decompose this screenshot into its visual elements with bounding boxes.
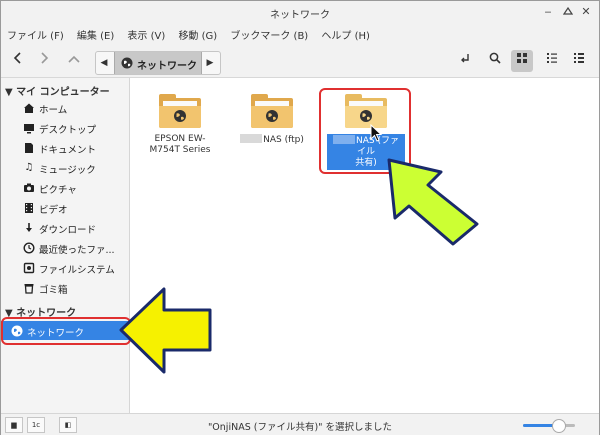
menu-bookmarks[interactable]: ブックマーク (B) [224,23,312,42]
music-icon: ♫ [24,162,34,173]
sidebar-item-videos[interactable]: ビデオ [1,198,129,217]
compact-view-icon[interactable] [568,50,590,72]
network-folder-icon [251,94,293,128]
sidebar-item-label: ミュージック [39,165,96,176]
sidebar-item-desktop[interactable]: デスクトップ [1,118,129,137]
sidebar-item-home[interactable]: ホーム [1,98,129,117]
sidebar-item-label: ビデオ [39,205,68,216]
file-label: EPSON EW- M754T Series [149,134,211,155]
file-label: NAS (ftp) [233,134,311,146]
toolbar: ◀ ネットワーク ▶ [1,45,599,78]
sidebar-item-label: 最近使ったファ... [39,245,115,256]
forward-button[interactable] [34,50,56,72]
menu-view[interactable]: 表示 (V) [121,23,169,42]
breadcrumb-left-icon[interactable]: ◀ [96,52,112,74]
menu-bar: ファイル (F) 編集 (E) 表示 (V) 移動 (G) ブックマーク (B)… [1,23,599,45]
desktop-icon [23,122,35,134]
file-manager-window: ネットワーク ‒ ✕ ファイル (F) 編集 (E) 表示 (V) 移動 (G)… [0,0,600,435]
sidebar: ▼ マイ コンピューター ホーム デスクトップ ドキュメント ♫ ミュージック … [1,78,130,413]
sidebar-item-downloads[interactable]: ダウンロード [1,218,129,237]
breadcrumb-label: ネットワーク [137,61,197,72]
breadcrumb: ◀ ネットワーク ▶ [95,51,221,75]
status-bar: ▆ 1c ◧ "OnjiNAS (ファイル共有)" を選択しました [1,413,599,435]
sidebar-item-label: ホーム [39,105,68,116]
network-icon [121,57,133,72]
trash-icon [23,282,35,294]
search-icon[interactable] [484,50,506,72]
sidebar-item-music[interactable]: ♫ ミュージック [1,158,129,177]
file-item-nas-ftp[interactable]: NAS (ftp) [233,94,311,146]
sidebar-item-trash[interactable]: ゴミ箱 [1,278,129,297]
home-icon [23,102,35,114]
sidebar-item-label: ドキュメント [39,145,97,156]
window-title: ネットワーク [270,10,330,21]
network-folder-icon [159,94,201,128]
file-item-epson[interactable]: EPSON EW- M754T Series [141,94,219,156]
green-arrow-annotation [387,158,479,246]
sidebar-item-label: ファイルシステム [39,265,115,276]
sidebar-item-label: ダウンロード [39,225,97,236]
sidebar-item-documents[interactable]: ドキュメント [1,138,129,157]
back-button[interactable] [6,50,28,72]
menu-edit[interactable]: 編集 (E) [71,23,118,42]
video-icon [23,202,35,214]
zoom-slider[interactable] [523,419,575,433]
document-icon [23,142,35,154]
sidebar-item-filesystem[interactable]: ファイルシステム [1,258,129,277]
menu-file[interactable]: ファイル (F) [1,23,68,42]
close-icon[interactable]: ✕ [579,5,593,19]
camera-icon [23,182,35,194]
sidebar-section-computer[interactable]: ▼ マイ コンピューター [5,83,110,98]
toggle-location-icon[interactable] [454,50,476,72]
sidebar-item-label: ピクチャ [39,185,77,196]
sidebar-item-label: デスクトップ [39,125,97,136]
list-view-icon[interactable] [541,50,563,72]
minimize-icon[interactable]: ‒ [541,5,555,19]
sidebar-item-label: ゴミ箱 [39,285,68,296]
menu-help[interactable]: ヘルプ (H) [315,23,374,42]
highlight-box-sidebar-network [1,317,131,345]
breadcrumb-network[interactable]: ネットワーク [114,52,202,74]
download-icon [23,222,35,234]
title-bar[interactable]: ネットワーク ‒ ✕ [1,1,599,23]
up-button[interactable] [63,50,85,72]
menu-go[interactable]: 移動 (G) [172,23,221,42]
clock-icon [23,242,35,254]
status-text: "OnjiNAS (ファイル共有)" を選択しました [207,422,393,433]
redacted-name [240,134,263,143]
sidebar-item-pictures[interactable]: ピクチャ [1,178,129,197]
drive-icon [23,262,35,274]
icon-view-button[interactable] [511,50,533,72]
maximize-icon[interactable] [561,5,575,19]
yellow-arrow-annotation [119,287,212,374]
sidebar-item-recent[interactable]: 最近使ったファ... [1,238,129,257]
breadcrumb-right-icon[interactable]: ▶ [202,52,218,74]
